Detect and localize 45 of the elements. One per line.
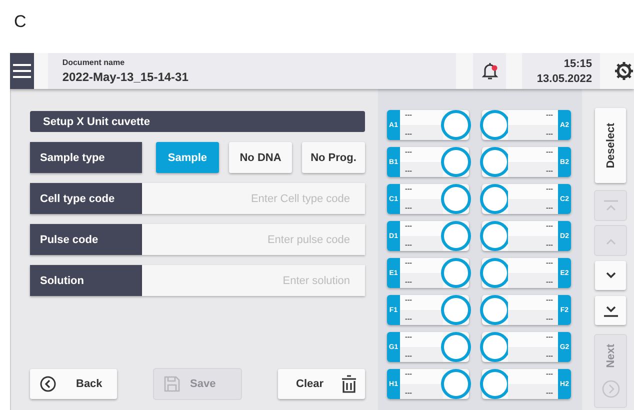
well-ring[interactable] (480, 110, 510, 140)
sample-type-option[interactable]: No DNA (229, 142, 292, 173)
sample-type-option[interactable]: No Prog. (302, 142, 365, 173)
sample-type-label: Sample type (30, 142, 142, 173)
menu-icon (13, 64, 32, 78)
well-ring[interactable] (480, 147, 510, 177)
trash-icon (342, 375, 356, 393)
well-ring[interactable] (441, 295, 471, 325)
chevron-up-icon (604, 236, 616, 244)
notification-button[interactable] (473, 53, 506, 89)
scroll-bottom-button[interactable] (595, 296, 626, 325)
well-ring[interactable] (441, 184, 471, 214)
scroll-down-button[interactable] (595, 261, 626, 290)
back-button[interactable]: Back (30, 369, 117, 399)
well-ring[interactable] (441, 147, 471, 177)
well-ring[interactable] (480, 184, 510, 214)
time-text: 15:15 (564, 58, 592, 70)
date-text: 13.05.2022 (536, 72, 592, 84)
field-label: Solution (30, 265, 142, 296)
clear-button[interactable]: Clear (278, 369, 365, 399)
document-name: 2022-May-13_15-14-31 (62, 70, 190, 84)
next-icon (602, 380, 620, 398)
deselect-button[interactable]: Deselect (595, 108, 626, 183)
well-ring[interactable] (441, 369, 471, 399)
field-label: Pulse code (30, 224, 142, 255)
chevron-up-to-top-icon (602, 200, 618, 212)
well-ring[interactable] (441, 221, 471, 251)
figure-label: C (14, 12, 26, 31)
well-ring[interactable] (441, 110, 471, 140)
settings-icon[interactable] (614, 61, 634, 81)
well-ring[interactable] (480, 221, 510, 251)
section-title: Setup X Unit cuvette (30, 111, 365, 132)
back-icon (40, 376, 56, 392)
document-name-caption: Document name (62, 58, 126, 67)
chevron-down-to-bottom-icon (602, 304, 618, 316)
well-ring[interactable] (441, 258, 471, 288)
field-label: Cell type code (30, 183, 142, 214)
bell-icon (482, 62, 498, 80)
well-ring[interactable] (480, 369, 510, 399)
chevron-down-icon (604, 272, 616, 280)
well-ring[interactable] (480, 258, 510, 288)
well-ring[interactable] (441, 332, 471, 362)
well-ring[interactable] (480, 295, 510, 325)
well-ring[interactable] (480, 332, 510, 362)
menu-button[interactable] (10, 53, 34, 89)
